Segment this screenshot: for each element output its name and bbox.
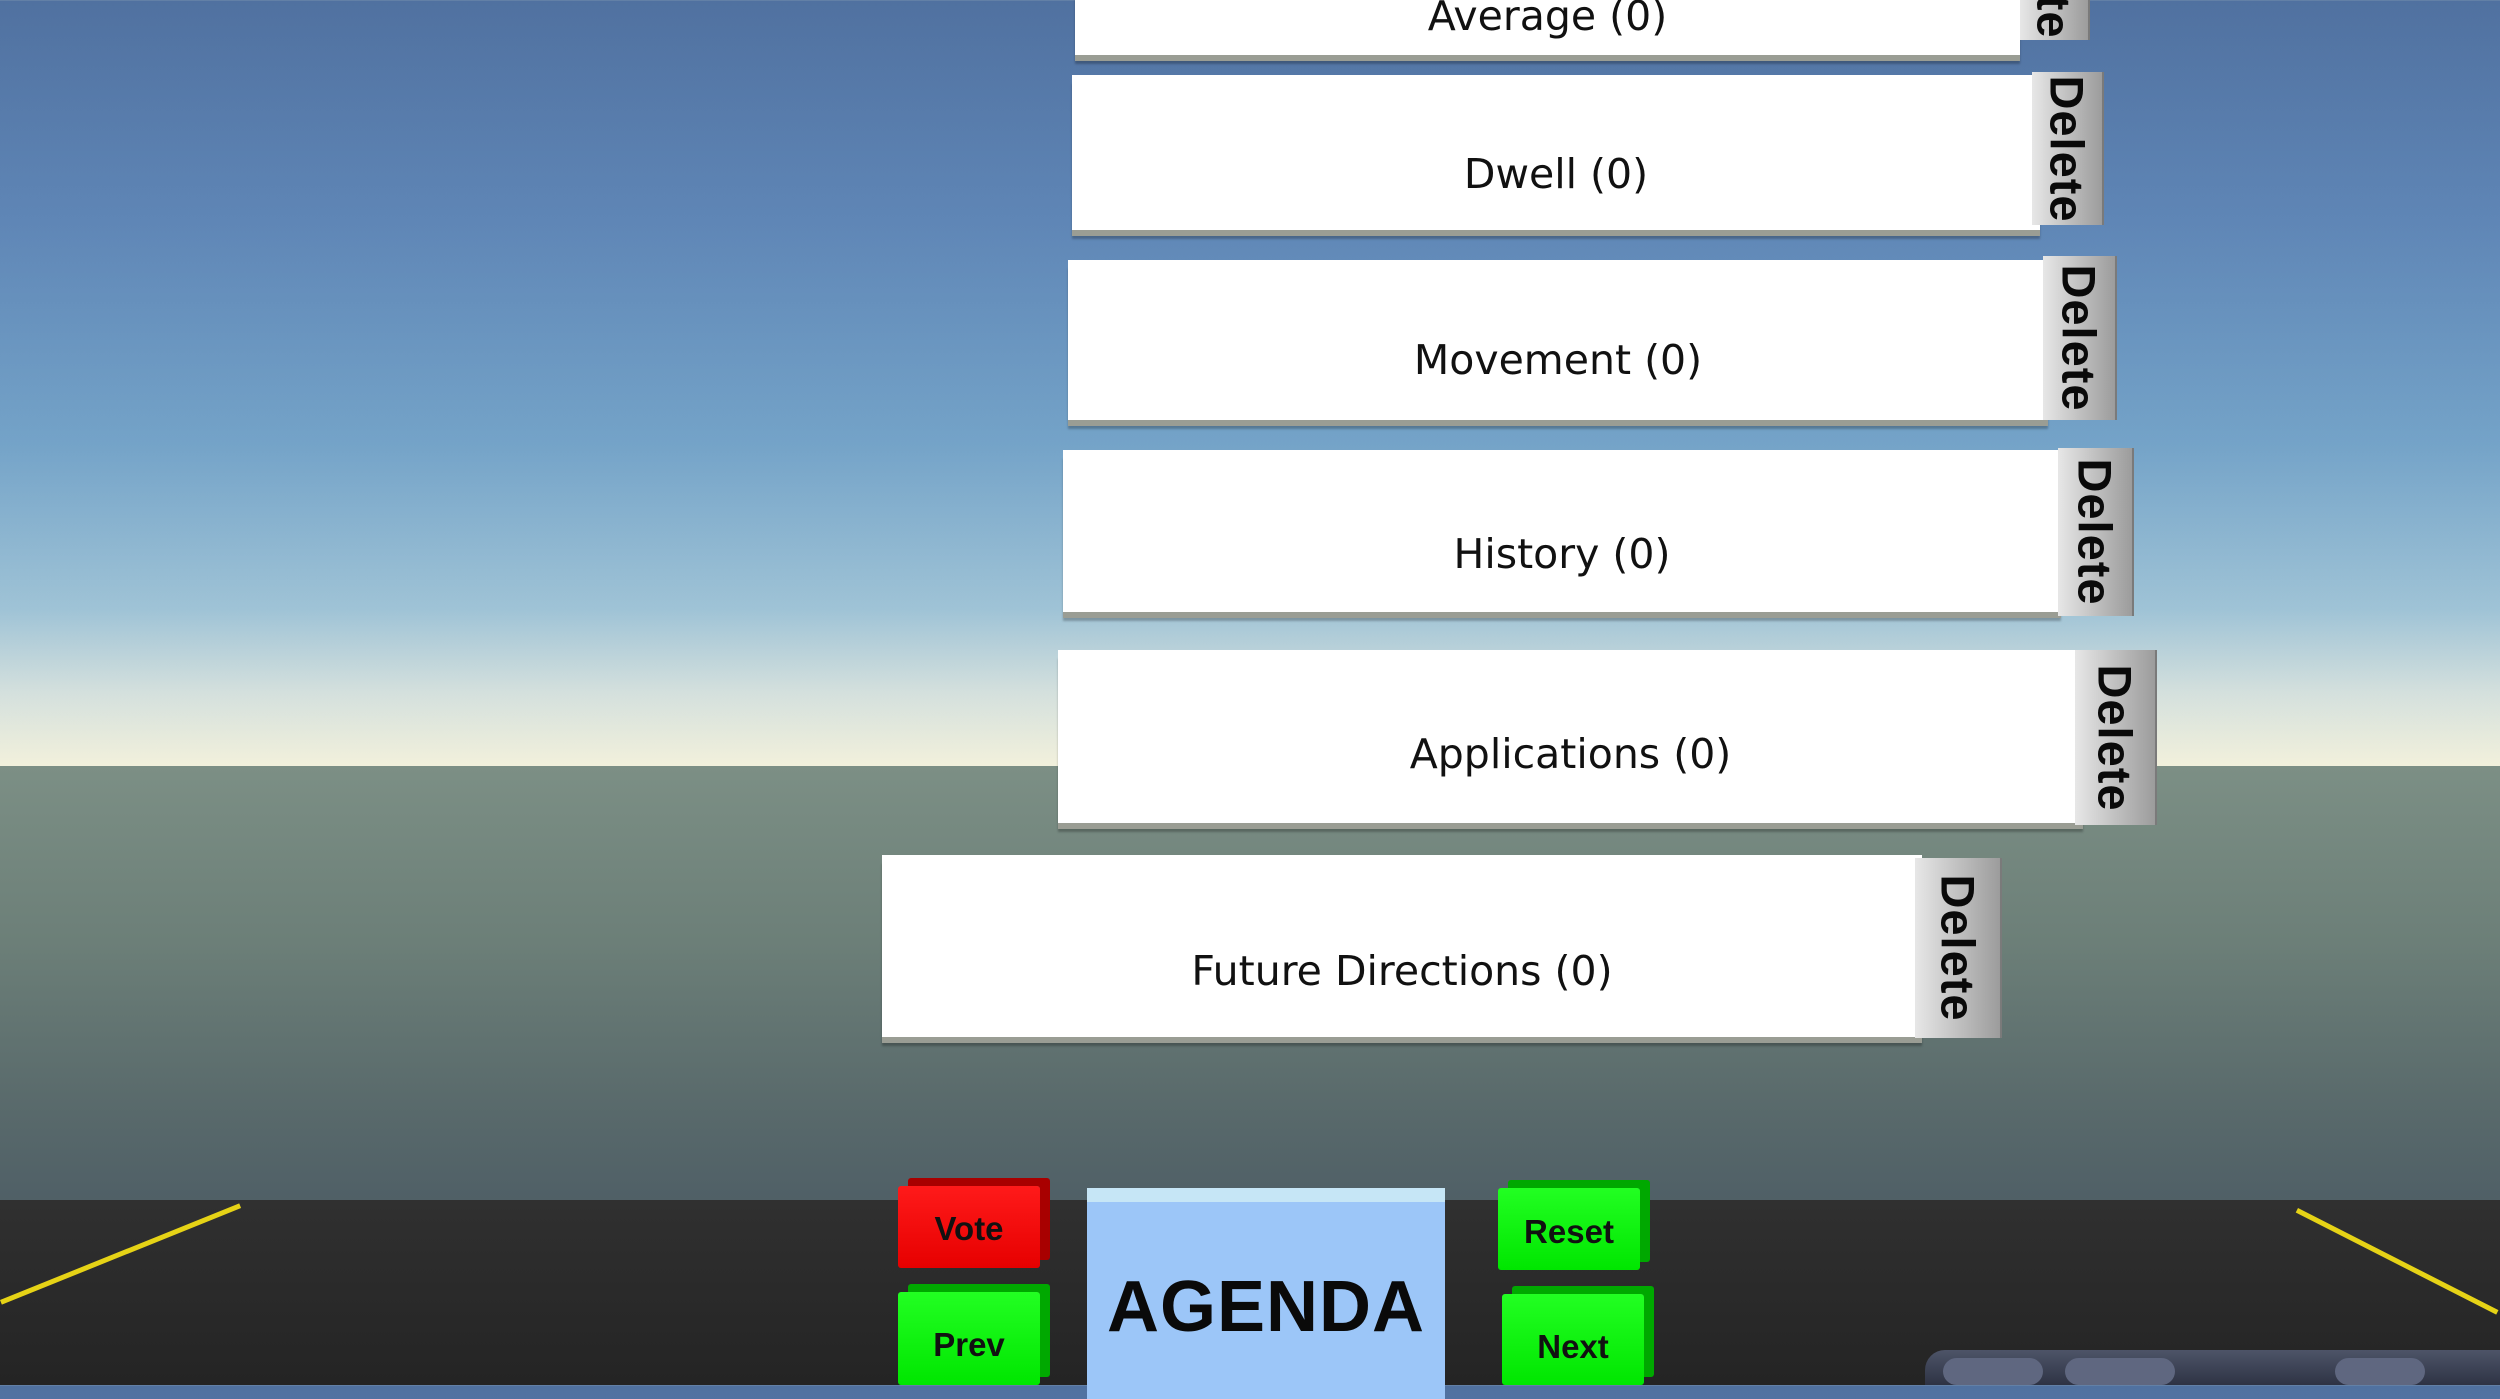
agenda-title: AGENDA: [1106, 1267, 1425, 1347]
vote-button[interactable]: Vote: [898, 1186, 1040, 1268]
agenda-item-movement[interactable]: Movement (0): [1068, 260, 2048, 420]
agenda-item-history[interactable]: History (0): [1063, 450, 2061, 612]
toolbar-button[interactable]: [2335, 1358, 2425, 1385]
agenda-item-label: Dwell (0): [1463, 150, 1649, 198]
agenda-item-label: History (0): [1453, 530, 1671, 578]
toolbar-button[interactable]: [2065, 1358, 2175, 1385]
agenda-title-panel: AGENDA: [1087, 1188, 1445, 1399]
delete-button[interactable]: Delete: [2032, 72, 2102, 225]
agenda-item-applications[interactable]: Applications (0): [1058, 650, 2083, 823]
prev-button[interactable]: Prev: [898, 1292, 1040, 1385]
agenda-item-future-directions[interactable]: Future Directions (0): [882, 855, 1922, 1037]
agenda-item-label: Future Directions (0): [1191, 947, 1613, 995]
reset-button[interactable]: Reset: [1498, 1188, 1640, 1270]
viewer-toolbar[interactable]: [1925, 1350, 2500, 1385]
agenda-item-dwell[interactable]: Dwell (0): [1072, 75, 2040, 230]
agenda-item-label: Movement (0): [1413, 336, 1703, 384]
toolbar-button[interactable]: [1943, 1358, 2043, 1385]
delete-button[interactable]: Delete: [1915, 858, 2000, 1038]
agenda-item-label: Average (0): [1427, 0, 1668, 40]
delete-button[interactable]: Delete: [2058, 448, 2132, 616]
next-button[interactable]: Next: [1502, 1294, 1644, 1385]
delete-button[interactable]: Delete: [2075, 650, 2155, 825]
delete-button[interactable]: Delete: [2020, 0, 2088, 40]
delete-button[interactable]: Delete: [2043, 256, 2115, 420]
agenda-item-label: Applications (0): [1409, 730, 1732, 778]
agenda-item-average[interactable]: Average (0): [1075, 0, 2020, 55]
